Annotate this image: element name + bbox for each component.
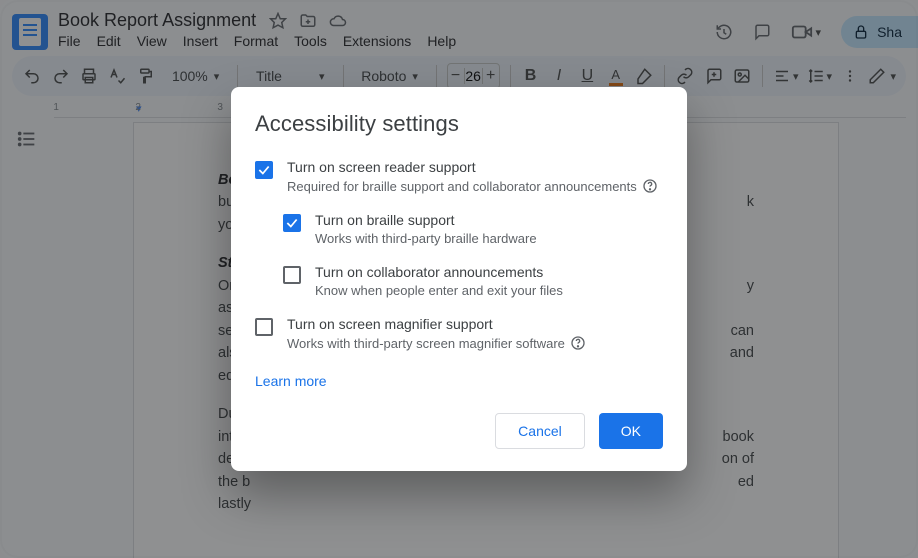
option-sub: Required for braille support and collabo…	[287, 178, 663, 194]
checkbox-collaborator[interactable]	[283, 266, 301, 284]
option-collaborator-announcements: Turn on collaborator announcements Know …	[283, 264, 663, 316]
help-icon[interactable]	[642, 178, 658, 194]
option-sub: Know when people enter and exit your fil…	[315, 283, 663, 298]
help-icon[interactable]	[570, 335, 586, 351]
checkbox-magnifier[interactable]	[255, 318, 273, 336]
option-label: Turn on braille support	[315, 212, 663, 228]
dialog-actions: Cancel OK	[255, 413, 663, 449]
option-label: Turn on screen magnifier support	[287, 316, 663, 332]
accessibility-dialog: Accessibility settings Turn on screen re…	[231, 87, 687, 471]
checkbox-screen-reader[interactable]	[255, 161, 273, 179]
learn-more-link[interactable]: Learn more	[255, 373, 327, 389]
cancel-button[interactable]: Cancel	[495, 413, 585, 449]
dialog-title: Accessibility settings	[255, 111, 663, 137]
option-screen-magnifier: Turn on screen magnifier support Works w…	[255, 316, 663, 369]
checkbox-braille[interactable]	[283, 214, 301, 232]
option-sub: Works with third-party braille hardware	[315, 231, 663, 246]
option-label: Turn on collaborator announcements	[315, 264, 663, 280]
option-sub: Works with third-party screen magnifier …	[287, 335, 663, 351]
option-screen-reader: Turn on screen reader support Required f…	[255, 159, 663, 212]
option-label: Turn on screen reader support	[287, 159, 663, 175]
option-braille: Turn on braille support Works with third…	[283, 212, 663, 264]
ok-button[interactable]: OK	[599, 413, 663, 449]
